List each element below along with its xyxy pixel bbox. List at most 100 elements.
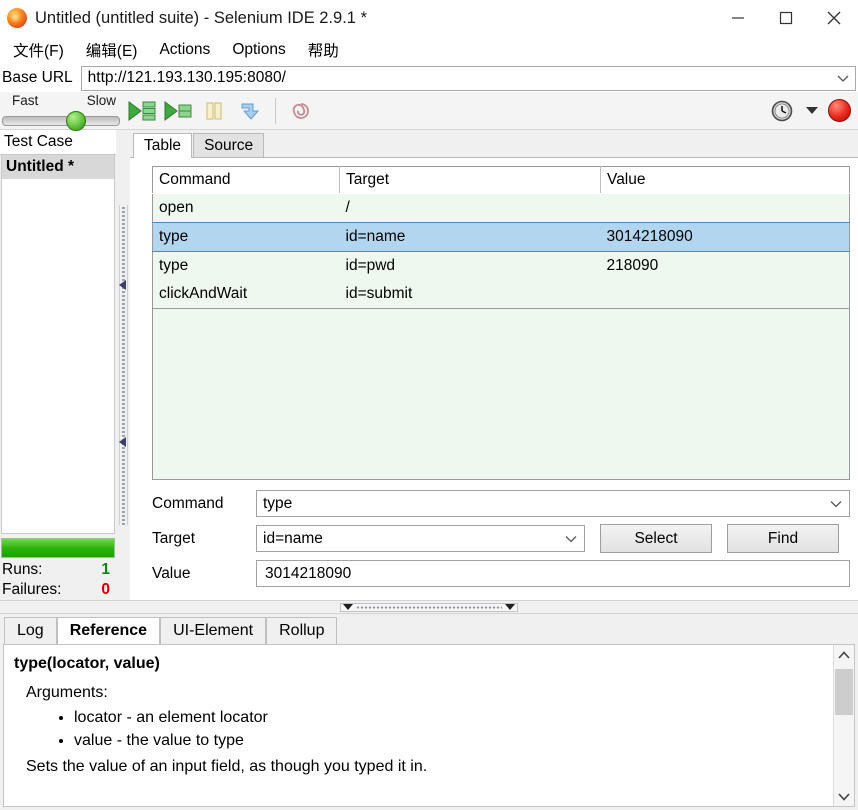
title-bar: Untitled (untitled suite) - Selenium IDE…: [0, 0, 858, 36]
scroll-up-arrow-icon[interactable]: [834, 645, 854, 665]
minimize-button[interactable]: [714, 0, 762, 36]
tab-reference-label: Reference: [69, 622, 148, 639]
clock-icon[interactable]: [765, 96, 799, 126]
collapse-down-arrow-icon-2[interactable]: [505, 604, 515, 610]
speed-slow-label: Slow: [86, 93, 116, 108]
scroll-down-arrow-icon[interactable]: [834, 786, 854, 806]
toolbar-separator: [275, 97, 276, 124]
test-case-pane: Test Case Untitled * Runs: 1 Failures: 0: [0, 130, 116, 600]
menu-options[interactable]: Options: [221, 39, 296, 61]
chevron-down-icon[interactable]: [830, 495, 842, 513]
table-row[interactable]: open /: [152, 193, 850, 223]
horizontal-splitter[interactable]: [0, 600, 858, 614]
runs-stat: Runs: 1: [0, 560, 116, 580]
column-header-target[interactable]: Target: [339, 166, 601, 194]
menu-bar: 文件(F) 编辑(E) Actions Options 帮助: [0, 36, 858, 64]
target-input-value: id=name: [263, 529, 323, 547]
vertical-splitter[interactable]: [116, 130, 130, 600]
cell-target: id=name: [339, 222, 601, 252]
tab-ui-element[interactable]: UI-Element: [160, 617, 267, 644]
table-row[interactable]: clickAndWait id=submit: [152, 280, 850, 309]
table-tab-panel: Command Target Value open / type id=name: [130, 158, 858, 480]
cell-command: type: [152, 251, 340, 280]
speed-slider-track: [2, 116, 120, 126]
speed-slider[interactable]: Fast Slow: [0, 92, 124, 131]
cell-target: /: [339, 193, 601, 223]
editor-tabstrip: Table Source: [130, 130, 858, 158]
command-row: Command type: [152, 490, 850, 517]
column-header-value[interactable]: Value: [600, 166, 850, 194]
runs-value: 1: [101, 561, 110, 578]
cell-value: 3014218090: [600, 222, 850, 252]
menu-actions[interactable]: Actions: [148, 39, 221, 61]
cell-value: [600, 193, 850, 223]
reference-scrollbar[interactable]: [833, 645, 854, 806]
splitter-dots: [356, 605, 502, 609]
base-url-input[interactable]: http://121.193.130.195:8080/: [80, 65, 856, 91]
failures-stat: Failures: 0: [0, 580, 116, 600]
window-title: Untitled (untitled suite) - Selenium IDE…: [35, 8, 367, 27]
maximize-button[interactable]: [762, 0, 810, 36]
find-button[interactable]: Find: [727, 524, 839, 553]
tab-table-label: Table: [144, 136, 182, 154]
scrollbar-track[interactable]: [834, 665, 854, 786]
select-button[interactable]: Select: [600, 524, 712, 553]
collapse-down-arrow-icon[interactable]: [343, 604, 353, 610]
tab-rollup[interactable]: Rollup: [266, 617, 338, 644]
tab-reference[interactable]: Reference: [56, 617, 161, 644]
value-input-value: 3014218090: [265, 564, 352, 582]
play-entire-suite-button[interactable]: [125, 96, 159, 126]
horizontal-splitter-grip: [340, 602, 518, 612]
column-header-command[interactable]: Command: [152, 166, 340, 194]
menu-help[interactable]: 帮助: [297, 37, 350, 63]
menu-file[interactable]: 文件(F): [2, 37, 75, 63]
base-url-value: http://121.193.130.195:8080/: [87, 69, 286, 86]
firefox-icon: [7, 8, 27, 28]
collapse-left-arrow-icon[interactable]: [119, 280, 126, 290]
chevron-down-icon[interactable]: [565, 530, 577, 548]
reference-arguments-label: Arguments:: [26, 684, 108, 701]
bottom-tabstrip: Log Reference UI-Element Rollup: [0, 614, 858, 644]
collapse-left-arrow-icon-2[interactable]: [119, 437, 126, 447]
editor-pane: Table Source Command Target Value open /…: [130, 130, 858, 600]
step-button[interactable]: [233, 96, 267, 126]
value-input[interactable]: 3014218090: [256, 560, 850, 587]
rollup-button[interactable]: [284, 96, 318, 126]
target-input[interactable]: id=name: [256, 525, 585, 552]
chevron-down-icon[interactable]: [837, 70, 849, 87]
menu-edit[interactable]: 编辑(E): [75, 37, 149, 63]
main-area: Test Case Untitled * Runs: 1 Failures: 0…: [0, 130, 858, 600]
record-button[interactable]: [825, 96, 853, 126]
cell-target: id=pwd: [339, 251, 601, 280]
command-table-header-row: Command Target Value: [152, 166, 850, 194]
reference-panel: type(locator, value) Arguments: locator …: [3, 644, 855, 807]
schedule-dropdown-button[interactable]: [801, 96, 823, 126]
table-row[interactable]: type id=pwd 218090: [152, 251, 850, 280]
test-case-item-untitled[interactable]: Untitled *: [2, 155, 114, 179]
pause-button[interactable]: [197, 96, 231, 126]
speed-slider-thumb[interactable]: [66, 111, 86, 131]
tab-log-label: Log: [17, 622, 44, 639]
reference-description: Sets the value of an input field, as tho…: [26, 758, 428, 776]
test-case-list[interactable]: Untitled *: [1, 155, 115, 534]
base-url-label: Base URL: [2, 69, 73, 86]
tab-source[interactable]: Source: [193, 133, 265, 157]
close-button[interactable]: [810, 0, 858, 36]
command-input[interactable]: type: [256, 490, 850, 517]
target-field-label: Target: [152, 529, 196, 547]
reference-argument-list: locator - an element locator value - the…: [14, 706, 825, 752]
command-table[interactable]: Command Target Value open / type id=name: [152, 166, 850, 309]
play-current-test-case-button[interactable]: [161, 96, 195, 126]
cell-value: 218090: [600, 251, 850, 280]
tab-table[interactable]: Table: [133, 133, 193, 158]
list-item: locator - an element locator: [74, 706, 825, 729]
tab-log[interactable]: Log: [4, 617, 57, 644]
command-field-label: Command: [152, 494, 224, 512]
table-row-selected[interactable]: type id=name 3014218090: [152, 222, 850, 252]
base-url-bar: Base URL http://121.193.130.195:8080/: [0, 64, 858, 92]
reference-signature: type(locator, value): [14, 655, 160, 672]
command-table-empty-area[interactable]: [152, 309, 850, 480]
cell-command: type: [152, 222, 340, 252]
cell-target: id=submit: [339, 280, 601, 309]
scrollbar-thumb[interactable]: [835, 669, 853, 715]
